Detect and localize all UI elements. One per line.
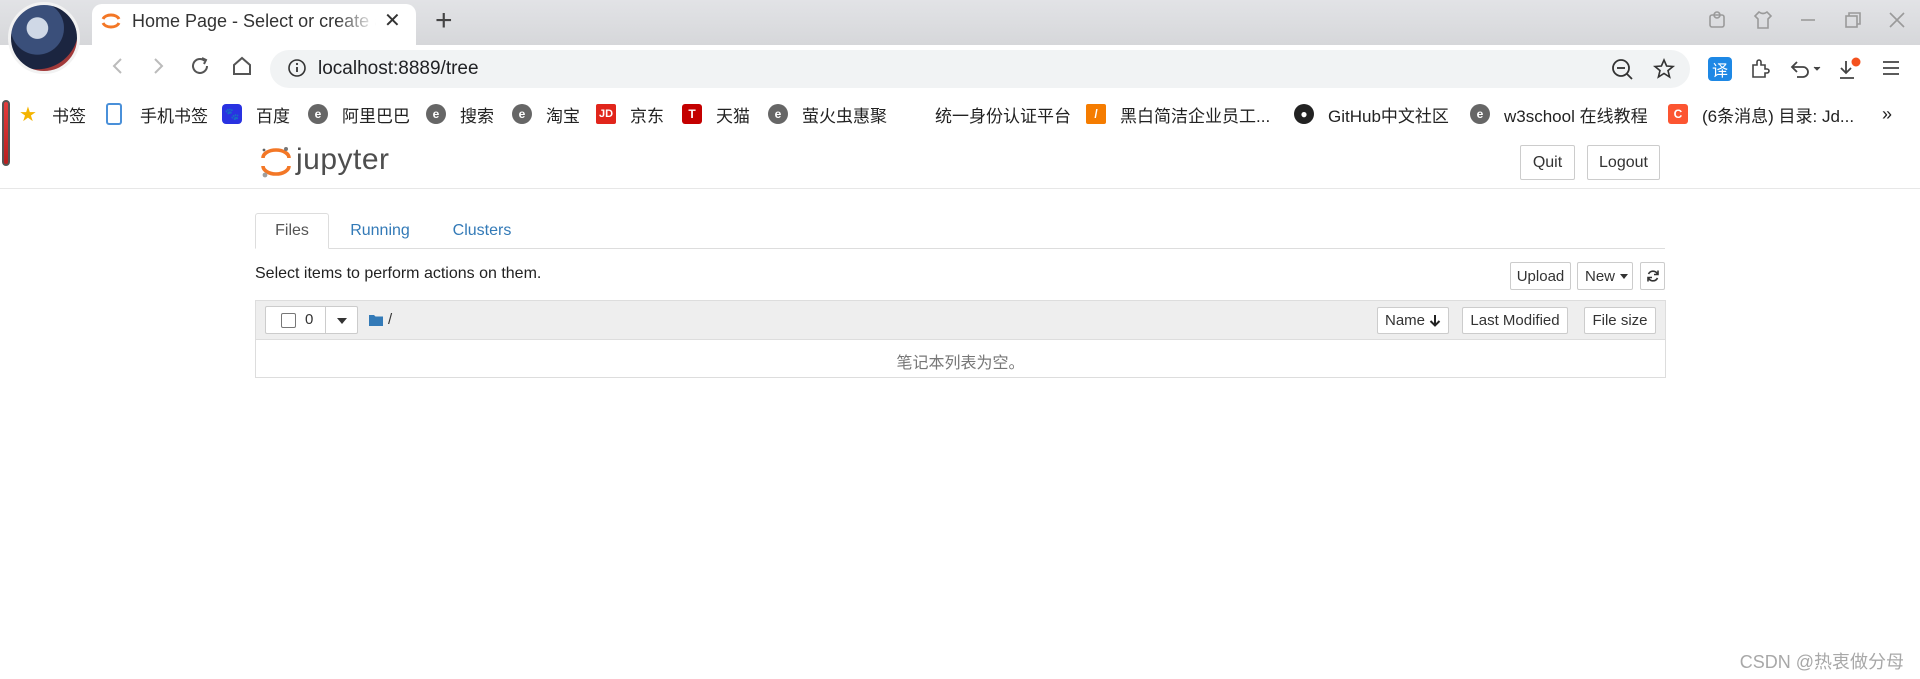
caret-down-icon[interactable] [337,318,347,324]
upload-button[interactable]: Upload [1510,262,1571,290]
edge-icon: e [512,104,532,124]
menu-hamburger-icon[interactable] [1880,57,1902,79]
logout-button[interactable]: Logout [1587,145,1660,180]
bookmark-item[interactable]: C (6条消息) 目录: Jd... [1668,100,1854,128]
star-icon: ★ [19,103,37,126]
minimize-icon[interactable] [1797,9,1819,31]
bookmark-item[interactable]: 手机书签 [106,100,208,128]
site-info-icon[interactable] [286,57,308,79]
download-icon[interactable] [1836,57,1862,83]
bookmark-item[interactable]: ● GitHub中文社区 [1294,100,1449,128]
empty-list-message: 笔记本列表为空。 [896,355,1025,372]
phone-icon [106,103,122,125]
tab-close-icon[interactable]: ✕ [384,11,401,31]
refresh-icon [1646,270,1659,282]
bookmark-item[interactable]: 🐾 百度 [222,100,290,128]
tmall-icon: T [682,104,702,124]
extension-puzzle-icon[interactable] [1706,9,1728,31]
bookmark-item[interactable]: e w3school 在线教程 [1470,100,1648,128]
edge-icon: e [1470,104,1490,124]
bookmark-item[interactable]: e 淘宝 [512,100,580,128]
caret-down-icon [1620,273,1629,279]
extensions-icon[interactable] [1748,57,1772,81]
select-divider [325,306,326,334]
name-column-label: Name [1384,312,1425,329]
bookmark-item[interactable]: e 搜索 [426,100,494,128]
selection-hint: Select items to perform actions on them. [255,265,542,282]
tab-files[interactable]: Files [255,213,329,249]
new-button-label: New [1585,267,1616,285]
address-bar[interactable] [270,50,1690,88]
bookmark-item[interactable]: JD 京东 [596,100,664,128]
undo-history-icon[interactable] [1788,57,1822,81]
restore-icon[interactable] [1842,9,1864,31]
close-window-icon[interactable] [1886,9,1908,31]
github-icon: ● [1294,104,1314,124]
edge-icon: e [308,104,328,124]
jupyter-logo-icon[interactable] [259,144,293,180]
edge-icon: e [426,104,446,124]
select-all-checkbox[interactable] [281,313,296,328]
quit-button[interactable]: Quit [1520,145,1575,180]
new-dropdown-button[interactable]: New [1577,262,1633,290]
bookmark-item[interactable]: / 黑白简洁企业员工... [1086,100,1270,128]
bookmark-item[interactable]: e 阿里巴巴 [308,100,410,128]
forward-arrow-icon[interactable] [146,54,170,78]
translate-icon[interactable]: 译 [1708,57,1732,81]
folder-icon[interactable] [368,313,384,327]
selected-count: 0 [305,311,314,328]
bookmark-item[interactable]: e 萤火虫惠聚 [768,100,887,128]
shirt-skin-icon[interactable] [1752,9,1774,31]
sort-name-button[interactable]: Name [1377,307,1449,334]
tab-running[interactable]: Running [340,213,420,249]
sort-file-size-button[interactable]: File size [1584,307,1656,334]
csdn-icon: C [1668,104,1688,124]
new-tab-plus-icon[interactable]: + [435,6,453,36]
jupyter-logo-text[interactable]: jupyter [296,143,390,177]
edge-icon: e [768,104,788,124]
reload-icon[interactable] [188,54,212,78]
home-icon[interactable] [230,54,254,78]
user-avatar[interactable] [8,2,80,74]
zoom-out-icon[interactable] [1610,57,1634,81]
refresh-button[interactable] [1640,262,1665,290]
url-text[interactable]: localhost:8889/tree [318,58,479,80]
notebook-list-header [256,301,1665,340]
bookmark-item[interactable]: ★ 书签 [18,100,86,128]
more-bookmarks-chevron-icon[interactable]: » [1882,100,1892,128]
tab-clusters[interactable]: Clusters [444,213,520,249]
watermark: CSDN @热衷做分母 [1739,652,1904,672]
bookmark-star-icon[interactable] [1652,57,1676,81]
breadcrumb-path[interactable]: / [388,311,392,328]
back-arrow-icon[interactable] [106,54,130,78]
arrow-down-icon [1429,315,1441,327]
jd-icon: JD [596,104,616,124]
bookmark-item[interactable]: 统一身份认证平台 [935,100,1071,128]
baidu-paw-icon: 🐾 [222,104,242,124]
orange-doc-icon: / [1086,104,1106,124]
tab-title: Home Page - Select or create a notebook [132,11,376,32]
jupyter-favicon-icon [101,13,121,29]
bookmark-item[interactable]: T 天猫 [682,100,750,128]
sort-last-modified-button[interactable]: Last Modified [1462,307,1568,334]
